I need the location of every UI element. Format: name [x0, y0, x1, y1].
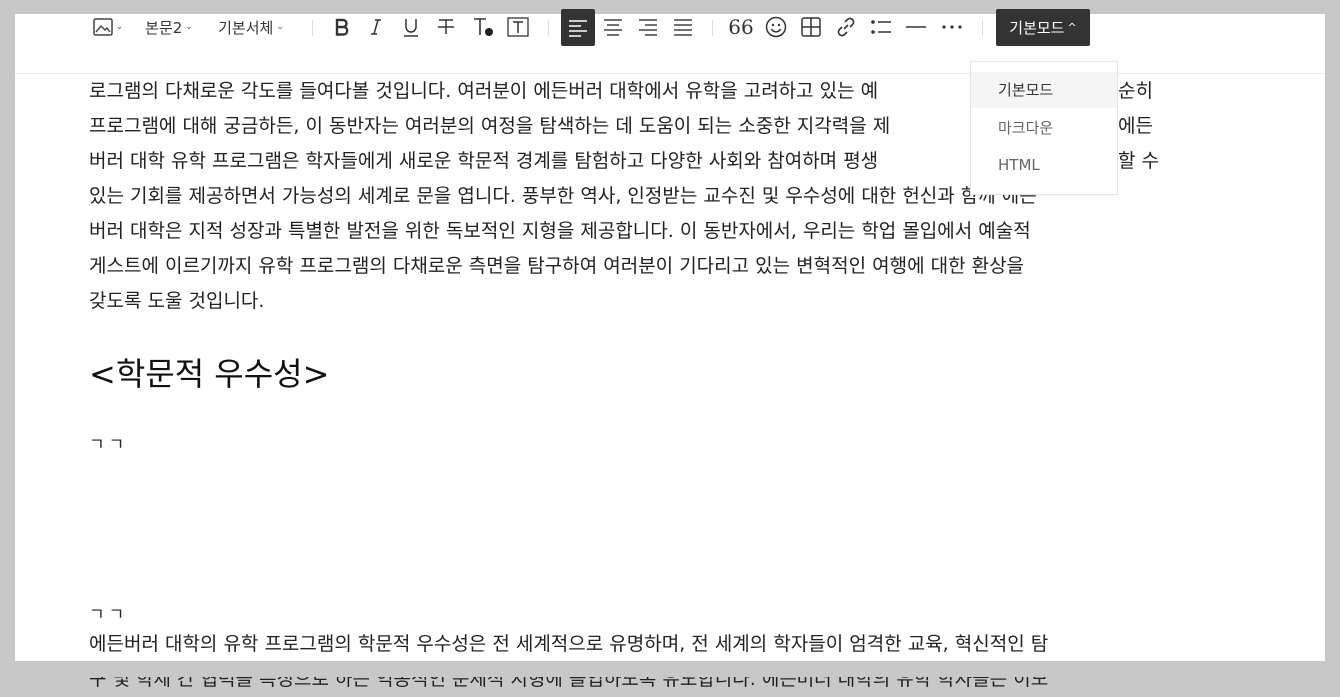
link-button[interactable]: [830, 9, 862, 45]
horizontal-rule-icon: [906, 25, 926, 29]
menu-item-markdown[interactable]: 마크다운: [971, 110, 1117, 146]
align-right-button[interactable]: [632, 9, 664, 45]
paragraph-style-select[interactable]: 본문2 ⌄: [140, 9, 198, 45]
toolbar-separator: [548, 20, 549, 36]
align-center-button[interactable]: [597, 9, 629, 45]
align-justify-button[interactable]: [667, 9, 699, 45]
paragraph-line-tail: 순히: [1118, 80, 1153, 102]
menu-item-label: HTML: [998, 156, 1040, 174]
paragraph-line-tail: 할 수: [1118, 150, 1159, 172]
emoji-icon: [765, 16, 787, 38]
strikethrough-icon: [437, 18, 455, 36]
text-line[interactable]: ㄱㄱ: [89, 600, 128, 625]
link-icon: [835, 16, 857, 38]
image-icon: [92, 18, 113, 36]
horizontal-rule-button[interactable]: [900, 9, 932, 45]
chevron-down-icon: ⌄: [115, 22, 124, 32]
menu-item-label: 기본모드: [998, 81, 1054, 99]
paragraph-line: 에든버러 대학의 유학 프로그램의 학문적 우수성은 전 세계적으로 유명하며,…: [89, 633, 1049, 655]
bold-icon: [334, 18, 350, 36]
align-left-button[interactable]: [561, 9, 595, 46]
menu-item-label: 마크다운: [998, 119, 1054, 137]
font-family-select[interactable]: 기본서체 ⌄: [210, 9, 292, 45]
quote-button[interactable]: 66: [725, 9, 757, 45]
section-heading[interactable]: <학문적 우수성>: [89, 352, 329, 396]
italic-icon: [369, 18, 383, 36]
list-icon: [870, 19, 892, 35]
insert-image-button[interactable]: ⌄: [90, 9, 126, 45]
paragraph-line-tail: 에든: [1118, 115, 1153, 137]
menu-item-basic-mode[interactable]: 기본모드: [971, 72, 1117, 108]
align-justify-icon: [673, 18, 693, 36]
text-background-button[interactable]: [502, 9, 534, 45]
text-color-icon: [472, 17, 494, 37]
quote-icon: 66: [728, 15, 754, 39]
paragraph-line: 게스트에 이르기까지 유학 프로그램의 다채로운 측면을 탐구하여 여러분이 기…: [89, 255, 1025, 277]
strikethrough-button[interactable]: [430, 9, 462, 45]
underline-icon: [403, 18, 419, 37]
more-button[interactable]: [936, 9, 968, 45]
underline-button[interactable]: [395, 9, 427, 45]
chevron-up-icon: ^: [1067, 21, 1077, 34]
toolbar-separator: [982, 20, 983, 36]
text-background-icon: [507, 17, 529, 37]
bold-button[interactable]: [326, 9, 358, 45]
align-left-icon: [568, 19, 588, 37]
align-right-icon: [638, 18, 658, 36]
window-border: [0, 661, 1340, 677]
italic-button[interactable]: [360, 9, 392, 45]
text-color-button[interactable]: [467, 9, 499, 45]
list-button[interactable]: [865, 9, 897, 45]
toolbar-separator: [312, 20, 313, 36]
emoji-button[interactable]: [760, 9, 792, 45]
menu-item-html[interactable]: HTML: [971, 147, 1117, 183]
editor-toolbar: ⌄ 본문2 ⌄ 기본서체 ⌄ 66 기본모드 ^: [0, 0, 1340, 46]
paragraph-line: 갖도록 도울 것입니다.: [89, 290, 265, 312]
font-family-label: 기본서체: [218, 18, 274, 37]
table-icon: [801, 17, 821, 37]
toolbar-separator: [712, 20, 713, 36]
more-icon: [942, 25, 962, 29]
editor-mode-menu: 기본모드 마크다운 HTML: [970, 61, 1118, 195]
align-center-icon: [603, 18, 623, 36]
editor-mode-label: 기본모드: [1009, 19, 1065, 37]
paragraph-style-label: 본문2: [145, 18, 183, 37]
paragraph-line: 버러 대학은 지적 성장과 특별한 발전을 위한 독보적인 지형을 제공합니다.…: [89, 220, 1031, 242]
editor-mode-button[interactable]: 기본모드 ^: [996, 9, 1090, 46]
chevron-down-icon: ⌄: [185, 22, 193, 32]
table-button[interactable]: [795, 9, 827, 45]
text-line[interactable]: ㄱㄱ: [89, 430, 128, 455]
chevron-down-icon: ⌄: [276, 22, 284, 32]
